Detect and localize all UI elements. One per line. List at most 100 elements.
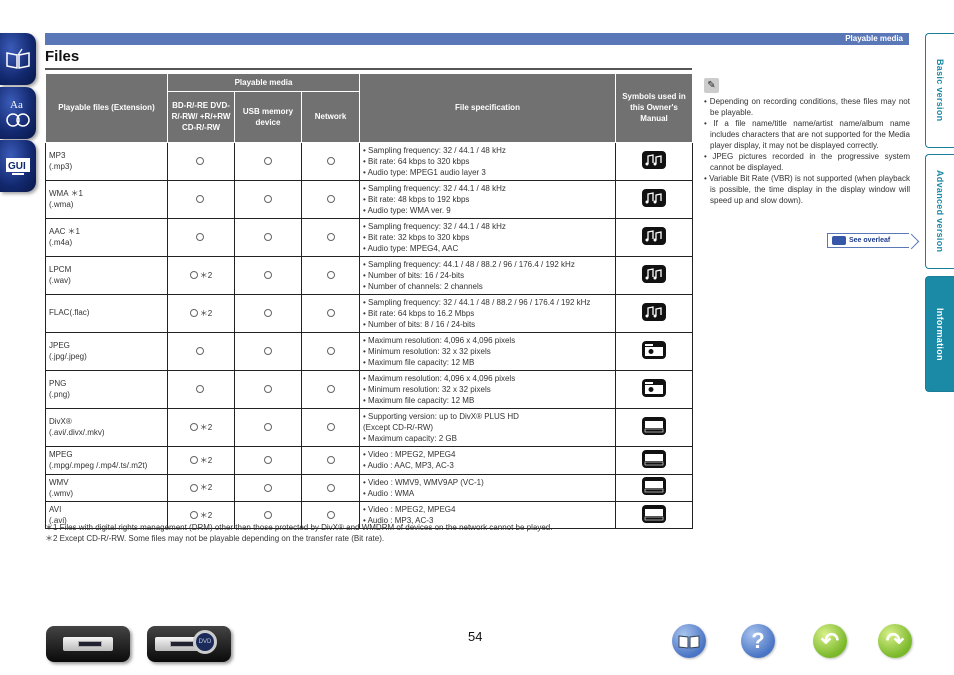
spec-line: • Audio type: MPEG1 audio layer 3 (363, 167, 486, 177)
supported-circle-icon (326, 157, 335, 166)
footnote-mark: ＊2 (199, 270, 213, 280)
table-row: WMA ＊1 (.wma) • Sampling frequency: 32 / … (45, 179, 693, 219)
footnote-mark: ＊2 (199, 510, 213, 520)
back-button[interactable]: ↶ (813, 624, 847, 658)
supported-circle-icon (196, 233, 204, 242)
spec-line: (Except CD-R/-RW) (363, 422, 434, 432)
file-extension: (.m4a) (49, 238, 73, 248)
file-type-name: LPCM (49, 264, 72, 274)
contents-button[interactable] (672, 624, 706, 658)
gui-nav-button[interactable]: GUI (0, 140, 36, 192)
spec-line: • Maximum resolution: 4,096 x 4,096 pixe… (363, 335, 516, 345)
table-row: FLAC(.flac) ＊2 • Sampling frequency: 32 … (45, 293, 693, 333)
header-symbols: Symbols used in this Owner's Manual (615, 74, 693, 143)
supported-circle-icon (196, 157, 204, 166)
spec-line: • Maximum file capacity: 12 MB (363, 395, 475, 405)
spec-line: • Bit rate: 32 kbps to 320 kbps (363, 232, 470, 242)
tab-basic-version-label: Basic version (935, 59, 945, 122)
magnifier-label: DVD (198, 639, 212, 645)
spec-line: • Maximum resolution: 4,096 x 4,096 pixe… (363, 373, 516, 383)
spec-line: • Bit rate: 64 kbps to 320 kbps (363, 156, 470, 166)
contents-nav-button[interactable] (0, 33, 36, 85)
footnote-mark: ＊1 (70, 189, 84, 199)
supported-circle-icon (196, 347, 204, 356)
disc-support-cell: ＊2 (167, 255, 235, 295)
usb-support-cell (234, 293, 302, 333)
supported-circle-icon (264, 456, 272, 465)
footnote-mark: ＊2 (199, 483, 213, 493)
supported-circle-icon (264, 309, 272, 318)
network-support-cell (301, 293, 360, 333)
disc-support-cell: ＊2 (167, 445, 235, 475)
file-type-name: AVI (49, 504, 62, 514)
tab-advanced-version[interactable]: Advanced version (925, 154, 954, 269)
footnote-mark: ＊2 (199, 422, 213, 432)
player-button[interactable] (46, 626, 130, 662)
disc-support-cell: ＊2 (167, 473, 235, 502)
player-detail-button[interactable]: DVD (147, 626, 231, 662)
music-icon (642, 226, 666, 247)
usb-support-cell (234, 255, 302, 295)
symbol-cell (615, 500, 693, 530)
tab-basic-version[interactable]: Basic version (925, 33, 954, 148)
network-support-cell (301, 331, 360, 371)
file-type-name: MPEG (49, 449, 73, 459)
file-spec-cell: • Supporting version: up to DivX® PLUS H… (359, 407, 616, 447)
pointing-hand-icon (832, 236, 846, 245)
supported-circle-icon (189, 271, 198, 280)
header-playable-media: Playable media (167, 74, 360, 92)
network-support-cell (301, 179, 360, 219)
usb-support-cell (234, 141, 302, 181)
spec-line: • Audio type: MPEG4, AAC (363, 243, 459, 253)
network-support-cell (301, 473, 360, 502)
spec-line: • Sampling frequency: 44.1 / 48 / 88.2 /… (363, 259, 575, 269)
question-icon: ? (751, 628, 765, 653)
header-file-spec: File specification (359, 74, 616, 143)
redo-arrow-icon: ↷ (885, 628, 905, 653)
book-icon (678, 635, 700, 649)
disc-support-cell (167, 141, 235, 181)
table-row: DivX® (.avi/.divx/.mkv) ＊2 • Supporting … (45, 407, 693, 447)
note-item: If a file name/title name/artist name/al… (704, 118, 910, 151)
disc-support-cell (167, 217, 235, 257)
supported-circle-icon (264, 511, 272, 520)
file-spec-cell: • Sampling frequency: 32 / 44.1 / 48 kHz… (359, 179, 616, 219)
file-spec-cell: • Video : WMV9, WMV9AP (VC-1) • Audio : W… (359, 473, 616, 502)
usb-support-cell (234, 369, 302, 409)
spec-line: • Number of bits: 16 / 24-bits (363, 270, 465, 280)
header-disc: BD-R/-RE DVD-R/-RW/ +R/+RW CD-R/-RW (167, 91, 235, 143)
symbol-cell (615, 445, 693, 475)
file-extension: (.mp3) (49, 162, 73, 172)
spec-line: • Sampling frequency: 32 / 44.1 / 48 kHz (363, 145, 506, 155)
footnote-mark: ＊2 (199, 308, 213, 318)
file-extension: (.wav) (49, 276, 71, 286)
usb-support-cell (234, 407, 302, 447)
file-type-name: PNG (49, 378, 67, 388)
see-overleaf-link[interactable]: See overleaf (827, 233, 909, 248)
note-item: Variable Bit Rate (VBR) is not supported… (704, 173, 910, 206)
usb-support-cell (234, 445, 302, 475)
network-support-cell (301, 141, 360, 181)
video-icon (642, 416, 666, 437)
tab-information[interactable]: Information (925, 276, 954, 392)
see-overleaf-label: See overleaf (849, 237, 891, 244)
file-type-cell: DivX® (.avi/.divx/.mkv) (45, 407, 168, 447)
file-type-name: FLAC(.flac) (49, 308, 90, 318)
supported-circle-icon (326, 233, 335, 242)
photo-icon (642, 340, 666, 361)
forward-button[interactable]: ↷ (878, 624, 912, 658)
footnote-1: ＊1 Files with digital rights management … (45, 523, 553, 532)
playable-files-table: Playable files (Extension) Playable medi… (45, 74, 693, 530)
page-title: Files (45, 48, 80, 65)
file-spec-cell: • Sampling frequency: 32 / 44.1 / 48 / 8… (359, 293, 616, 333)
disc-support-cell (167, 179, 235, 219)
help-button[interactable]: ? (741, 624, 775, 658)
gui-icon: GUI (6, 158, 30, 175)
index-nav-button[interactable]: Aa (0, 87, 36, 139)
table-row: PNG (.png) • Maximum resolution: 4,096 x… (45, 369, 693, 409)
usb-support-cell (234, 331, 302, 371)
spec-line: • Number of bits: 8 / 16 / 24-bits (363, 319, 476, 329)
disc-support-cell: ＊2 (167, 293, 235, 333)
video-icon (642, 477, 666, 497)
svg-text:GUI: GUI (8, 161, 26, 172)
